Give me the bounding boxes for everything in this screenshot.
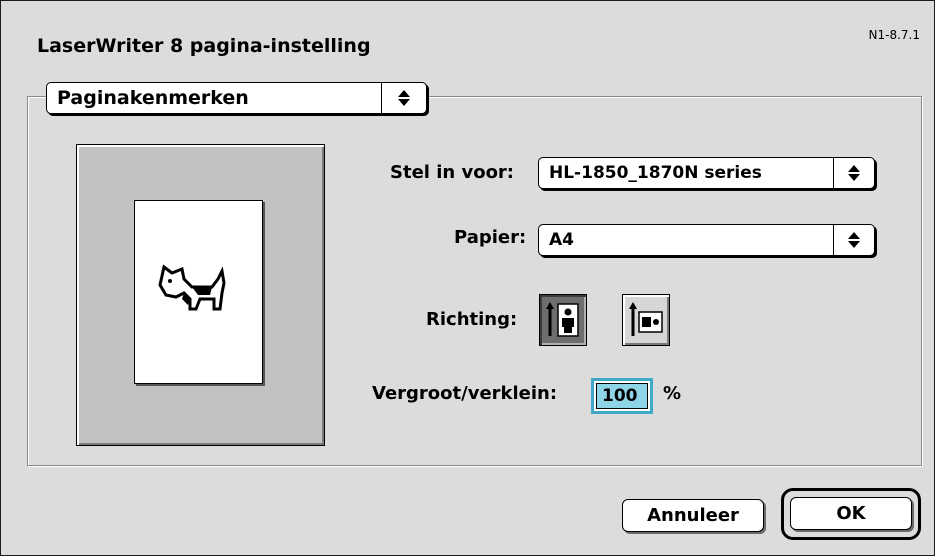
portrait-orientation-button[interactable] [539, 294, 587, 346]
landscape-icon [629, 302, 663, 336]
orientation-label: Richting: [426, 309, 518, 330]
paper-popup[interactable]: A4 [538, 224, 875, 256]
page-setup-dialog: LaserWriter 8 pagina-instelling N1-8.7.1… [0, 0, 935, 556]
cancel-button[interactable]: Annuleer [622, 499, 764, 532]
preview-page [134, 200, 263, 384]
version-label: N1-8.7.1 [868, 28, 920, 42]
scale-unit: % [663, 383, 682, 404]
popup-arrows-icon [381, 83, 426, 113]
format-for-value: HL-1850_1870N series [549, 163, 762, 183]
popup-arrows-icon [833, 225, 874, 255]
scale-field[interactable] [591, 378, 653, 414]
format-for-label: Stel in voor: [390, 162, 515, 183]
format-for-popup[interactable]: HL-1850_1870N series [538, 157, 875, 189]
popup-arrows-icon [833, 158, 874, 188]
scale-field-highlight [596, 383, 648, 409]
portrait-icon [546, 302, 579, 337]
dialog-title: LaserWriter 8 pagina-instelling [37, 35, 371, 57]
landscape-orientation-button[interactable] [622, 294, 670, 346]
paper-value: A4 [549, 230, 574, 250]
paper-label: Papier: [454, 227, 527, 248]
ok-button[interactable]: OK [790, 497, 912, 530]
scale-label: Vergroot/verklein: [372, 383, 558, 404]
scale-input[interactable] [597, 384, 647, 408]
section-popup-value: Paginakenmerken [57, 87, 249, 109]
dogcow-icon [158, 264, 226, 311]
section-popup[interactable]: Paginakenmerken [46, 82, 427, 114]
